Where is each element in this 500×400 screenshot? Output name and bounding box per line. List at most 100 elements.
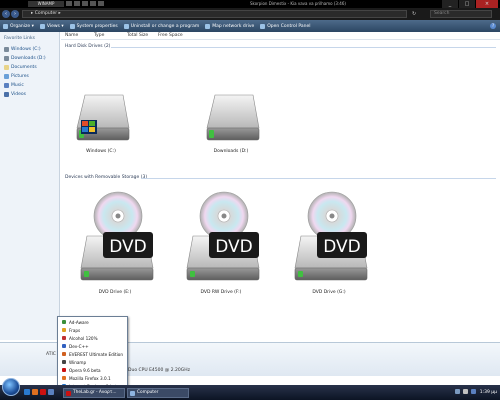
address-field[interactable]: ▸ Computer ▸ bbox=[22, 10, 407, 18]
menu-item-everest[interactable]: EVEREST Ultimate Edition bbox=[58, 350, 127, 358]
clock[interactable]: 1:39 μμ bbox=[480, 388, 497, 398]
alcohol-icon bbox=[62, 336, 66, 340]
drive-downloads-d[interactable]: Downloads (D:) bbox=[191, 90, 271, 154]
opera-quicklaunch-icon[interactable] bbox=[40, 389, 46, 395]
pictures-icon bbox=[4, 74, 9, 79]
sidebar-item-label: Music bbox=[11, 83, 24, 88]
sidebar-item-pictures[interactable]: Pictures bbox=[4, 72, 46, 81]
computer-name: ATIC bbox=[46, 352, 56, 357]
sidebar-item-label: Videos bbox=[11, 92, 26, 97]
show-desktop-icon[interactable] bbox=[24, 389, 30, 395]
menu-item-dev-cpp[interactable]: Dev-C++ bbox=[58, 342, 127, 350]
menu-item-alcohol[interactable]: Alcohol 120% bbox=[58, 334, 127, 342]
hard-drive-icon bbox=[206, 94, 260, 141]
address-bar: ‹ › ▸ Computer ▸ ↻ Search bbox=[0, 8, 500, 20]
svg-text:DVD: DVD bbox=[215, 237, 253, 257]
drive-windows-c[interactable]: Windows (C:) bbox=[61, 90, 141, 154]
sidebar-item-label: Pictures bbox=[11, 74, 29, 79]
switch-windows-icon[interactable] bbox=[48, 389, 54, 395]
uninstall-icon bbox=[123, 23, 129, 29]
svg-text:DVD: DVD bbox=[109, 237, 147, 257]
svg-text:DVD: DVD bbox=[323, 237, 361, 257]
sidebar-item-windows[interactable]: Windows (C:) bbox=[4, 45, 46, 54]
group-hard-disk-drives[interactable]: Hard Disk Drives (2) bbox=[65, 44, 110, 49]
dev-cpp-icon bbox=[62, 344, 66, 348]
winamp-next-button[interactable] bbox=[98, 1, 104, 6]
drive-label: DVD Drive (G:) bbox=[312, 290, 346, 295]
column-total-size[interactable]: Total Size bbox=[127, 33, 148, 38]
views-icon bbox=[39, 23, 45, 29]
column-headers: Name Type Total Size Free Space bbox=[61, 32, 500, 40]
winamp-stop-button[interactable] bbox=[90, 1, 96, 6]
dvd-drive-icon: DVD bbox=[186, 191, 260, 281]
menu-item-fraps[interactable]: Fraps bbox=[58, 326, 127, 334]
start-button[interactable] bbox=[2, 378, 20, 396]
start-menu-recent-programs: Ad-Aware Fraps Alcohol 120% Dev-C++ EVER… bbox=[57, 316, 128, 390]
volume-icon[interactable] bbox=[463, 389, 468, 394]
menu-item-ad-aware[interactable]: Ad-Aware bbox=[58, 318, 127, 326]
sidebar-item-downloads[interactable]: Downloads (D:) bbox=[4, 54, 46, 63]
favorite-links-title: Favorite Links bbox=[4, 36, 35, 41]
network-icon[interactable] bbox=[471, 389, 476, 394]
back-button[interactable]: ‹ bbox=[2, 10, 10, 18]
taskbar-button-computer[interactable]: Computer bbox=[127, 388, 189, 398]
winamp-play-button[interactable] bbox=[74, 1, 80, 6]
open-control-panel-button[interactable]: Open Control Panel bbox=[260, 23, 311, 29]
group-divider bbox=[111, 47, 496, 48]
control-panel-icon bbox=[260, 23, 266, 29]
menu-item-label: Opera 9.6 beta bbox=[69, 367, 101, 373]
menu-item-label: Dev-C++ bbox=[69, 343, 89, 349]
column-type[interactable]: Type bbox=[94, 33, 104, 38]
views-label: Views ▾ bbox=[46, 23, 64, 29]
organize-button[interactable]: Organize ▾ bbox=[3, 23, 34, 29]
sidebar-item-documents[interactable]: Documents bbox=[4, 63, 46, 72]
sidebar-item-videos[interactable]: Videos bbox=[4, 90, 46, 99]
close-button[interactable]: × bbox=[476, 0, 498, 8]
drive-dvd-rw-f[interactable]: DVD DVD RW Drive (F:) bbox=[181, 186, 261, 295]
uninstall-program-button[interactable]: Uninstall or change a program bbox=[123, 23, 199, 29]
command-toolbar: Organize ▾ Views ▾ System properties Uni… bbox=[0, 20, 500, 32]
winamp-logo[interactable]: WINAMP bbox=[28, 1, 64, 7]
top-bar: WINAMP Skorpion Dimestix - Kia vava va p… bbox=[0, 0, 500, 8]
drive-dvd-e[interactable]: DVD DVD Drive (E:) bbox=[75, 186, 155, 295]
network-drive-icon bbox=[205, 23, 211, 29]
drive-dvd-g[interactable]: DVD DVD Drive (G:) bbox=[289, 186, 369, 295]
window-controls: _ □ × bbox=[441, 0, 498, 8]
drive-label: Windows (C:) bbox=[86, 149, 116, 154]
ad-aware-icon bbox=[62, 320, 66, 324]
column-free-space[interactable]: Free Space bbox=[158, 33, 183, 38]
minimize-button[interactable]: _ bbox=[442, 0, 458, 8]
sidebar-item-music[interactable]: Music bbox=[4, 81, 46, 90]
menu-item-opera[interactable]: Opera 9.6 beta bbox=[58, 366, 127, 374]
dvd-drive-icon: DVD bbox=[294, 191, 368, 281]
menu-item-label: Alcohol 120% bbox=[69, 335, 98, 341]
taskbar-button-label: Computer bbox=[137, 390, 159, 395]
menu-item-label: EVEREST Ultimate Edition bbox=[69, 351, 123, 357]
map-network-drive-button[interactable]: Map network drive bbox=[205, 23, 254, 29]
column-name[interactable]: Name bbox=[65, 33, 78, 38]
menu-item-label: Fraps bbox=[69, 327, 81, 333]
menu-item-winamp[interactable]: Winamp bbox=[58, 358, 127, 366]
group-removable-storage[interactable]: Devices with Removable Storage (3) bbox=[65, 175, 147, 180]
winamp-pause-button[interactable] bbox=[82, 1, 88, 6]
maximize-button[interactable]: □ bbox=[459, 0, 475, 8]
search-input[interactable]: Search bbox=[430, 10, 492, 18]
firefox-quicklaunch-icon[interactable] bbox=[32, 389, 38, 395]
documents-icon bbox=[4, 65, 9, 70]
firefox-icon bbox=[62, 376, 66, 380]
system-properties-button[interactable]: System properties bbox=[69, 23, 118, 29]
language-icon[interactable] bbox=[455, 389, 460, 394]
favorite-links-list: Windows (C:) Downloads (D:) Documents Pi… bbox=[4, 45, 46, 99]
help-icon[interactable]: ? bbox=[490, 23, 496, 29]
taskbar-button-thelab[interactable]: TheLab.gr - Αναρτ... bbox=[63, 388, 125, 398]
winamp-controls bbox=[66, 1, 104, 6]
views-button[interactable]: Views ▾ bbox=[39, 23, 64, 29]
sidebar-item-label: Documents bbox=[11, 65, 37, 70]
winamp-prev-button[interactable] bbox=[66, 1, 72, 6]
winamp-icon bbox=[62, 360, 66, 364]
refresh-icon[interactable]: ↻ bbox=[412, 11, 420, 17]
everest-icon bbox=[62, 352, 66, 356]
forward-button[interactable]: › bbox=[11, 10, 19, 18]
menu-item-firefox[interactable]: Mozilla Firefox 3.0.1 bbox=[58, 374, 127, 382]
sidebar-item-label: Downloads (D:) bbox=[11, 56, 46, 61]
